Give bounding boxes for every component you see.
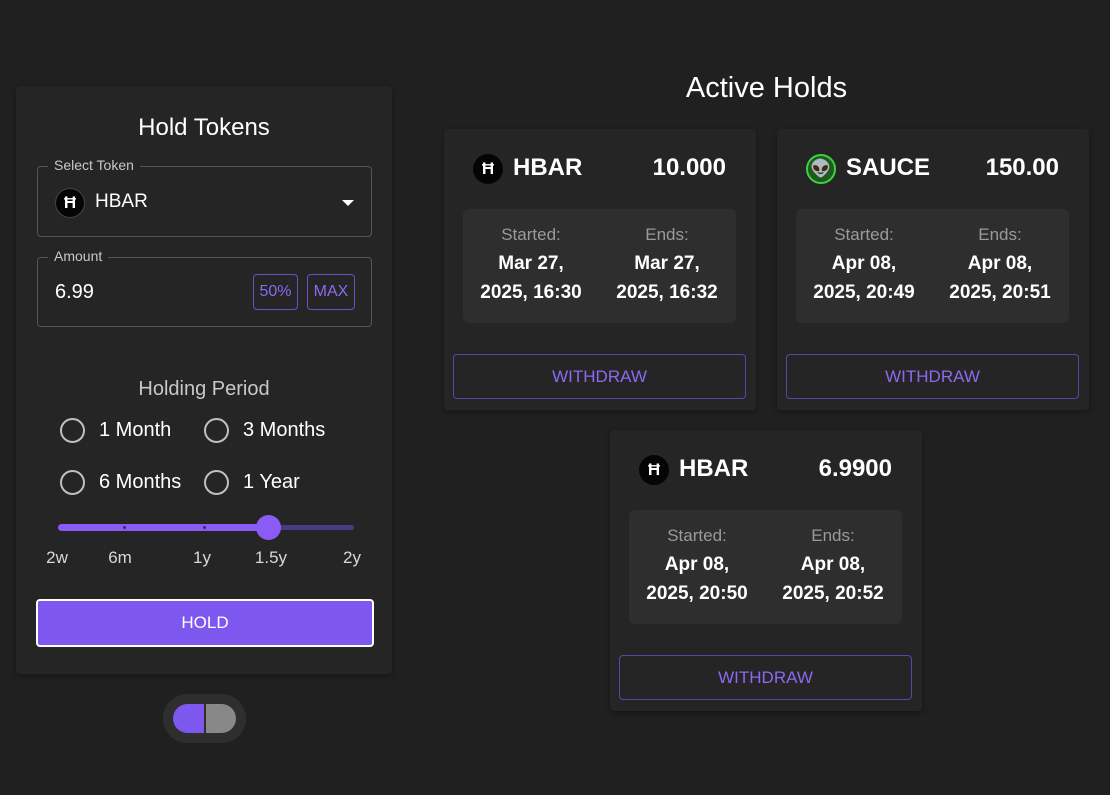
hold-tokens-panel: Hold Tokens Select Token Ħ HBAR Amount 6… bbox=[16, 86, 392, 674]
hold-amount: 10.000 bbox=[652, 154, 726, 181]
ends-date-line: Apr 08, bbox=[800, 554, 866, 575]
holding-period-slider[interactable] bbox=[58, 515, 354, 540]
select-token-dropdown[interactable]: Select Token Ħ HBAR bbox=[37, 157, 372, 237]
ends-date-line: Apr 08, bbox=[967, 253, 1033, 274]
radio-label: 1 Year bbox=[243, 471, 300, 493]
hbar-logo-icon: Ħ bbox=[473, 154, 503, 184]
fifty-percent-button[interactable]: 50% bbox=[253, 274, 298, 310]
radio-circle-icon[interactable] bbox=[60, 470, 85, 495]
app-root: Hold Tokens Select Token Ħ HBAR Amount 6… bbox=[0, 0, 1110, 795]
ends-column: Ends: Mar 27, 2025, 16:32 bbox=[599, 225, 735, 307]
radio-label: 3 Months bbox=[243, 419, 326, 441]
started-date: Apr 08, 2025, 20:50 bbox=[629, 550, 765, 608]
started-date-line: Apr 08, bbox=[831, 253, 897, 274]
hold-button[interactable]: HOLD bbox=[36, 599, 374, 647]
started-time-line: 2025, 16:30 bbox=[480, 282, 582, 303]
hold-token-name: HBAR bbox=[679, 455, 749, 482]
amount-label: Amount bbox=[48, 248, 109, 264]
radio-label: 6 Months bbox=[99, 471, 182, 493]
ends-label: Ends: bbox=[811, 526, 855, 545]
hold-amount: 150.00 bbox=[985, 154, 1059, 181]
hbar-logo-icon: Ħ bbox=[55, 188, 85, 218]
ends-time-line: 2025, 20:51 bbox=[949, 282, 1051, 303]
withdraw-button[interactable]: WITHDRAW bbox=[453, 354, 746, 399]
hold-amount: 6.9900 bbox=[818, 455, 892, 482]
toggle-right-half bbox=[206, 704, 236, 733]
hold-token-name: SAUCE bbox=[846, 154, 931, 181]
select-token-label: Select Token bbox=[48, 157, 140, 173]
hold-dates: Started: Mar 27, 2025, 16:30 Ends: Mar 2… bbox=[463, 209, 736, 323]
started-column: Started: Apr 08, 2025, 20:50 bbox=[629, 526, 765, 608]
radio-3-months[interactable]: 3 Months bbox=[204, 418, 325, 443]
toggle-left-half bbox=[173, 704, 204, 733]
ends-label: Ends: bbox=[978, 225, 1022, 244]
hbar-logo-icon: Ħ bbox=[639, 455, 669, 485]
started-label: Started: bbox=[667, 526, 727, 545]
hold-card: Ħ HBAR 6.9900 Started: Apr 08, 2025, 20:… bbox=[610, 430, 922, 711]
ends-date: Mar 27, 2025, 16:32 bbox=[599, 249, 735, 307]
ends-column: Ends: Apr 08, 2025, 20:52 bbox=[765, 526, 901, 608]
slider-label-6m: 6m bbox=[108, 548, 132, 567]
hold-card: 👽 SAUCE 150.00 Started: Apr 08, 2025, 20… bbox=[777, 129, 1089, 410]
withdraw-button[interactable]: WITHDRAW bbox=[786, 354, 1079, 399]
radio-circle-icon[interactable] bbox=[60, 418, 85, 443]
radio-label: 1 Month bbox=[99, 419, 172, 441]
started-date-line: Apr 08, bbox=[664, 554, 730, 575]
started-column: Started: Apr 08, 2025, 20:49 bbox=[796, 225, 932, 307]
ends-date-line: Mar 27, bbox=[634, 253, 700, 274]
started-time-line: 2025, 20:50 bbox=[646, 583, 748, 604]
radio-circle-icon[interactable] bbox=[204, 418, 229, 443]
radio-1-year[interactable]: 1 Year bbox=[204, 470, 300, 495]
ends-date: Apr 08, 2025, 20:52 bbox=[765, 550, 901, 608]
started-date: Apr 08, 2025, 20:49 bbox=[796, 249, 932, 307]
holding-period-title: Holding Period bbox=[138, 378, 270, 400]
chevron-down-icon[interactable] bbox=[342, 200, 354, 206]
radio-6-months[interactable]: 6 Months bbox=[60, 470, 181, 495]
hold-tokens-title: Hold Tokens bbox=[138, 114, 270, 141]
amount-input[interactable]: 6.99 bbox=[55, 281, 94, 304]
active-holds-title: Active Holds bbox=[685, 72, 848, 104]
withdraw-button[interactable]: WITHDRAW bbox=[619, 655, 912, 700]
toggle-pill-icon[interactable] bbox=[173, 704, 236, 733]
slider-label-2y: 2y bbox=[343, 548, 361, 567]
amount-field[interactable]: Amount 6.99 50% MAX bbox=[37, 248, 372, 327]
radio-1-month[interactable]: 1 Month bbox=[60, 418, 171, 443]
ends-label: Ends: bbox=[645, 225, 689, 244]
ends-column: Ends: Apr 08, 2025, 20:51 bbox=[932, 225, 1068, 307]
max-button[interactable]: MAX bbox=[307, 274, 355, 310]
started-label: Started: bbox=[501, 225, 561, 244]
started-column: Started: Mar 27, 2025, 16:30 bbox=[463, 225, 599, 307]
slider-thumb[interactable] bbox=[256, 515, 282, 540]
ends-time-line: 2025, 20:52 bbox=[782, 583, 884, 604]
slider-label-2w: 2w bbox=[46, 548, 68, 567]
slider-label-1y: 1y bbox=[193, 548, 211, 567]
hold-dates: Started: Apr 08, 2025, 20:49 Ends: Apr 0… bbox=[796, 209, 1069, 323]
hold-dates: Started: Apr 08, 2025, 20:50 Ends: Apr 0… bbox=[629, 510, 902, 624]
slider-track bbox=[58, 524, 269, 531]
started-date: Mar 27, 2025, 16:30 bbox=[463, 249, 599, 307]
ends-time-line: 2025, 16:32 bbox=[616, 282, 718, 303]
hold-card: Ħ HBAR 10.000 Started: Mar 27, 2025, 16:… bbox=[444, 129, 756, 410]
ends-date: Apr 08, 2025, 20:51 bbox=[932, 249, 1068, 307]
started-date-line: Mar 27, bbox=[498, 253, 564, 274]
radio-circle-icon[interactable] bbox=[204, 470, 229, 495]
started-time-line: 2025, 20:49 bbox=[813, 282, 915, 303]
theme-toggle[interactable] bbox=[163, 694, 246, 743]
selected-token-value: HBAR bbox=[95, 191, 148, 212]
alien-logo-icon: 👽 bbox=[806, 154, 836, 184]
started-label: Started: bbox=[834, 225, 894, 244]
slider-label-1-5y: 1.5y bbox=[254, 548, 288, 567]
hold-token-name: HBAR bbox=[513, 154, 583, 181]
